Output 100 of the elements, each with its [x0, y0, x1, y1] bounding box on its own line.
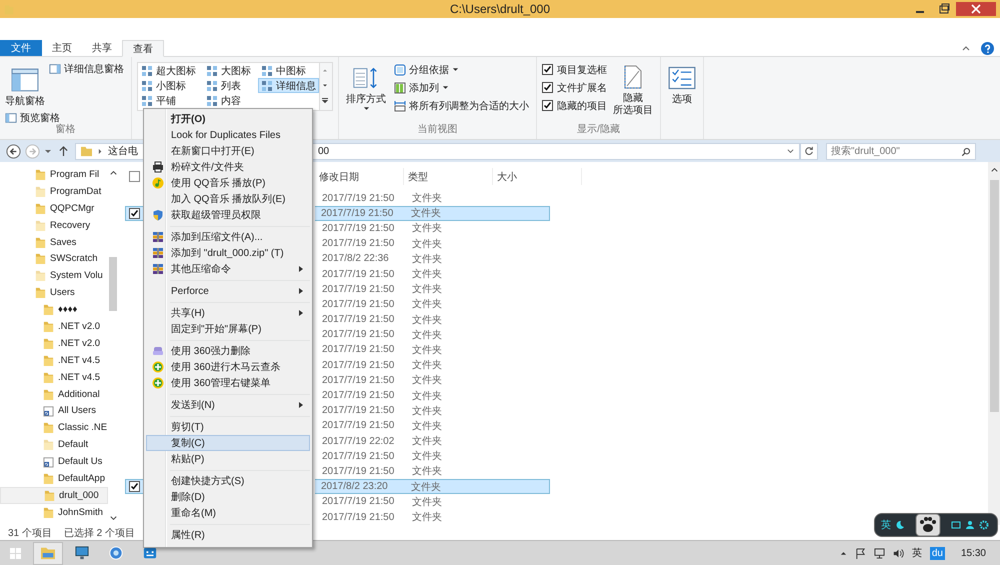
tree-item[interactable]: SWScratch	[0, 250, 108, 268]
clock[interactable]: 15:30	[960, 548, 986, 558]
hide-selected-button[interactable]: 隐藏 所选项目	[611, 61, 655, 119]
tree-item[interactable]: ProgramDat	[0, 182, 108, 200]
group-by-button[interactable]: 分组依据	[392, 62, 531, 77]
ime-button[interactable]: du	[930, 546, 945, 560]
file-row[interactable]: 2017/7/19 21:50 文件夹	[315, 418, 550, 434]
layout-option[interactable]: 小图标	[138, 78, 199, 93]
menu-item[interactable]: 发送到(N)	[146, 397, 310, 413]
file-row[interactable]: 2017/7/19 21:50 文件夹	[315, 448, 550, 464]
tree-item[interactable]: JohnSmith	[0, 504, 108, 521]
file-row[interactable]: 2017/7/19 21:50 文件夹	[315, 236, 550, 252]
menu-item[interactable]: 复制(C)	[146, 435, 310, 451]
ribbon-tab[interactable]: 主页	[42, 40, 82, 56]
file-row[interactable]: 2017/7/19 21:50 文件夹	[315, 282, 550, 297]
layout-option[interactable]: 中图标	[258, 63, 319, 78]
language-toggle[interactable]: 英	[881, 518, 891, 532]
file-row[interactable]: 2017/7/19 21:50 文件夹	[315, 342, 550, 358]
column-header[interactable]: 类型	[404, 168, 493, 185]
ribbon-checkbox[interactable]: 隐藏的项目	[542, 98, 607, 113]
menu-item[interactable]: 剪切(T)	[146, 419, 310, 435]
menu-item[interactable]: 其他压缩命令	[146, 261, 310, 277]
size-columns-button[interactable]: 将所有列调整为合适的大小	[392, 98, 531, 113]
menu-item[interactable]: 共享(H)	[146, 305, 310, 321]
menu-item[interactable]: 创建快捷方式(S)	[146, 473, 310, 489]
search-field[interactable]: 搜索"drult_000"	[826, 142, 976, 160]
file-row[interactable]: 2017/7/19 21:50 文件夹	[315, 220, 550, 236]
menu-item[interactable]: 粉碎文件/文件夹	[146, 159, 310, 175]
menu-item[interactable]: 使用 360强力删除	[146, 343, 310, 359]
file-row[interactable]: 2017/7/19 21:50 文件夹	[315, 312, 550, 328]
menu-item[interactable]: 粘贴(P)	[146, 451, 310, 467]
layout-option[interactable]: 大图标	[203, 63, 254, 78]
layout-option[interactable]: 平铺	[138, 93, 199, 108]
file-row[interactable]: 2017/7/19 21:50 文件夹	[315, 327, 550, 342]
tree-item[interactable]: .NET v2.0	[0, 334, 108, 352]
ribbon-checkbox[interactable]: 项目复选框	[542, 62, 607, 77]
tree-item[interactable]: Users	[0, 284, 108, 302]
table-cell-text: 2017/8/2 22:36	[321, 253, 390, 264]
menu-item[interactable]: 获取超级管理员权限	[146, 207, 310, 223]
ribbon-tab[interactable]: 文件	[0, 40, 42, 56]
menu-item[interactable]: 固定到"开始"屏幕(P)	[146, 321, 310, 337]
tree-item[interactable]: DefaultApp	[0, 470, 108, 487]
options-button[interactable]: 选项	[666, 61, 698, 108]
tree-item[interactable]: Recovery	[0, 216, 108, 234]
menu-item[interactable]: Look for Duplicates Files	[146, 127, 310, 143]
menu-item[interactable]: 使用 360管理右键菜单	[146, 375, 310, 391]
file-row[interactable]: 2017/7/19 21:50 文件夹	[315, 358, 550, 373]
menu-item[interactable]: 在新窗口中打开(E)	[146, 143, 310, 159]
tree-item[interactable]: QQPCMgr	[0, 200, 108, 217]
file-row[interactable]: 2017/7/19 22:02 文件夹	[315, 434, 550, 449]
menu-item[interactable]: 重命名(M)	[146, 505, 310, 521]
tree-item[interactable]: ♦♦♦♦	[0, 301, 108, 318]
column-header[interactable]: 大小	[493, 168, 582, 185]
file-row[interactable]: 2017/7/19 21:50 文件夹	[315, 266, 550, 282]
layout-option[interactable]: 列表	[203, 78, 254, 93]
tree-item[interactable]: Default	[0, 436, 108, 454]
tree-item[interactable]: drult_000	[0, 486, 108, 504]
file-row[interactable]: 2017/7/19 21:50 文件夹	[315, 372, 550, 388]
ribbon-checkbox[interactable]: 文件扩展名	[542, 80, 607, 95]
menu-item[interactable]: 添加到压缩文件(A)...	[146, 229, 310, 245]
tree-item[interactable]: System Volu	[0, 267, 108, 284]
ribbon-tab[interactable]: 查看	[122, 40, 164, 57]
file-row[interactable]: 2017/7/19 21:50 文件夹	[315, 296, 550, 312]
menu-item[interactable]: 使用 360进行木马云查杀	[146, 359, 310, 375]
file-row[interactable]: 2017/8/2 22:36 文件夹	[315, 251, 550, 266]
file-row[interactable]: 2017/7/19 21:50 文件夹	[315, 494, 550, 510]
file-row[interactable]: 2017/7/19 21:50 文件夹	[315, 403, 550, 418]
tree-item[interactable]: Additional	[0, 386, 108, 402]
layout-option[interactable]: 超大图标	[138, 63, 199, 78]
preview-pane-button[interactable]: 预览窗格	[3, 110, 126, 125]
file-row[interactable]: 2017/7/19 21:50 文件夹	[315, 464, 550, 480]
sort-by-button[interactable]: 排序方式	[344, 61, 388, 113]
tree-item[interactable]: .NET v2.0	[0, 318, 108, 335]
tree-item[interactable]: Saves	[0, 234, 108, 250]
tree-item[interactable]: Program Fil	[0, 166, 108, 183]
menu-item[interactable]: 属性(R)	[146, 527, 310, 543]
layout-option[interactable]: 详细信息	[258, 78, 319, 93]
input-method-indicator[interactable]: 英	[912, 546, 922, 560]
add-columns-button[interactable]: 添加列	[392, 80, 531, 95]
file-row[interactable]: 2017/8/2 23:20 文件夹	[315, 479, 550, 494]
tree-item[interactable]: .NET v4.5	[0, 368, 108, 386]
file-row[interactable]: 2017/7/19 21:50 文件夹	[315, 388, 550, 404]
tree-item[interactable]: .NET v4.5	[0, 352, 108, 369]
menu-item[interactable]: 加入 QQ音乐 播放队列(E)	[146, 191, 310, 207]
menu-item[interactable]: Perforce	[146, 283, 310, 299]
layout-option[interactable]: 内容	[203, 93, 254, 108]
file-row[interactable]: 2017/7/19 21:50 文件夹	[315, 190, 550, 206]
menu-item[interactable]: 添加到 "drult_000.zip" (T)	[146, 245, 310, 261]
ribbon-tab[interactable]: 共享	[82, 40, 122, 56]
menu-item[interactable]: 删除(D)	[146, 489, 310, 505]
tree-item[interactable]: All Users	[0, 402, 108, 420]
navigation-pane-button[interactable]: 导航窗格	[3, 61, 47, 110]
details-pane-button[interactable]: 详细信息窗格	[47, 61, 126, 76]
menu-item[interactable]: 使用 QQ音乐 播放(P)	[146, 175, 310, 191]
file-row[interactable]: 2017/7/19 21:50 文件夹	[315, 206, 550, 221]
tree-item[interactable]: Default Us	[0, 453, 108, 470]
file-row[interactable]: 2017/7/19 21:50 文件夹	[315, 509, 550, 525]
column-header[interactable]: 修改日期	[315, 168, 404, 185]
menu-item[interactable]: 打开(O)	[146, 111, 310, 127]
tree-item[interactable]: Classic .NE	[0, 419, 108, 436]
